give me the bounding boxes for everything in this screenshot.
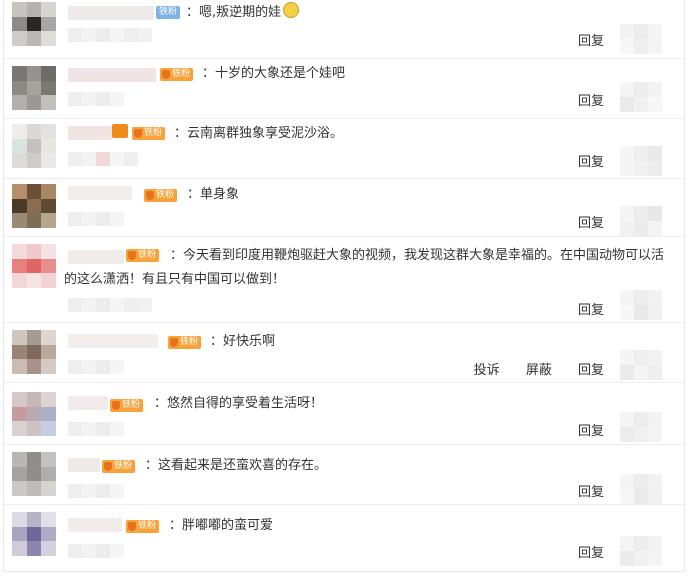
avatar[interactable] bbox=[12, 124, 56, 168]
fan-badge: 铁粉 bbox=[144, 189, 178, 202]
reply-button[interactable]: 回复 bbox=[578, 94, 604, 109]
meta-blur bbox=[68, 28, 152, 42]
avatar[interactable] bbox=[12, 512, 56, 556]
username-blur[interactable] bbox=[68, 6, 154, 20]
fan-badge: 铁粉 bbox=[110, 399, 144, 412]
reply-button[interactable]: 回复 bbox=[578, 485, 604, 500]
reply-button[interactable]: 回复 bbox=[578, 155, 604, 170]
reply-button[interactable]: 回复 bbox=[578, 424, 604, 439]
meta-blur bbox=[68, 544, 124, 558]
comment-item: 铁粉 ：云南离群独象享受泥沙浴。 回复 bbox=[4, 118, 684, 179]
right-blur bbox=[620, 412, 662, 442]
comment-text: ：今天看到印度用鞭炮驱赶大象的视频，我发现这群大象是幸福的。在中国动物可以活的这… bbox=[64, 248, 665, 287]
reply-button[interactable]: 回复 bbox=[578, 216, 604, 231]
comment-actions: 回复 bbox=[556, 481, 604, 500]
comment-item: 铁粉 ：这看起来是还蛮欢喜的存在。 回复 bbox=[4, 444, 684, 505]
comment-item: 铁粉 ：单身象 回复 bbox=[4, 178, 684, 237]
comment-text: ：这看起来是还蛮欢喜的存在。 bbox=[145, 458, 328, 473]
right-blur bbox=[620, 24, 662, 54]
meta-blur bbox=[68, 360, 124, 374]
right-blur bbox=[620, 82, 662, 112]
comment-actions: 回复 bbox=[556, 542, 604, 561]
comment-text: ：胖嘟嘟的蛮可爱 bbox=[169, 518, 274, 533]
comment-text: ：十岁的大象还是个娃吧 bbox=[202, 66, 346, 81]
avatar[interactable] bbox=[12, 244, 56, 288]
comment-item: 铁粉 ：胖嘟嘟的蛮可爱 回复 bbox=[4, 504, 684, 570]
fan-badge: 铁粉 bbox=[156, 6, 181, 19]
right-blur bbox=[620, 146, 662, 176]
fan-badge: 铁粉 bbox=[102, 460, 136, 473]
comment-text: ：单身象 bbox=[187, 187, 240, 202]
avatar[interactable] bbox=[12, 452, 56, 496]
block-button[interactable]: 屏蔽 bbox=[526, 363, 552, 378]
comment-text: ：悠然自得的享受着生活呀！ bbox=[154, 396, 324, 411]
reply-button[interactable]: 回复 bbox=[578, 363, 604, 378]
username-blur[interactable] bbox=[68, 518, 122, 532]
username-blur[interactable] bbox=[68, 458, 100, 472]
fan-badge: 铁粉 bbox=[168, 336, 202, 349]
vip-crown-icon bbox=[112, 124, 128, 138]
avatar[interactable] bbox=[12, 66, 56, 110]
username-blur[interactable] bbox=[68, 396, 108, 410]
comment-text: ：云南离群独象享受泥沙浴。 bbox=[174, 126, 344, 141]
right-blur bbox=[620, 536, 662, 566]
meta-blur bbox=[68, 212, 124, 226]
username-blur[interactable] bbox=[68, 334, 158, 348]
username-blur[interactable] bbox=[68, 126, 112, 140]
fan-badge: 铁粉 bbox=[160, 68, 194, 81]
comment-actions: 回复 bbox=[556, 90, 604, 109]
comment-actions: 回复 bbox=[556, 420, 604, 439]
meta-blur bbox=[68, 484, 124, 498]
comment-actions: 回复 bbox=[556, 151, 604, 170]
comment-text: ：好快乐啊 bbox=[210, 334, 276, 349]
comment-text: ：嗯,叛逆期的娃 bbox=[186, 1, 300, 25]
fan-badge: 铁粉 bbox=[126, 520, 160, 533]
username-blur[interactable] bbox=[68, 186, 132, 200]
right-blur bbox=[620, 474, 662, 504]
report-button[interactable]: 投诉 bbox=[474, 363, 500, 378]
comment-list: 铁粉 ：嗯,叛逆期的娃 回复 铁粉 ：十岁的大象还是个娃吧 回复 铁粉 ：云南离… bbox=[3, 0, 685, 572]
avatar[interactable] bbox=[12, 2, 56, 46]
right-blur bbox=[620, 206, 662, 236]
comment-actions: 投诉 屏蔽 回复 bbox=[452, 359, 604, 378]
comment-actions: 回复 bbox=[556, 30, 604, 49]
username-blur[interactable] bbox=[68, 68, 156, 82]
comment-item: 铁粉 ：好快乐啊 投诉 屏蔽 回复 bbox=[4, 322, 684, 383]
meta-blur bbox=[68, 422, 124, 436]
comment-actions: 回复 bbox=[556, 299, 604, 318]
comment-item: 铁粉 ：今天看到印度用鞭炮驱赶大象的视频，我发现这群大象是幸福的。在中国动物可以… bbox=[4, 236, 684, 323]
meta-blur bbox=[68, 92, 124, 106]
reply-button[interactable]: 回复 bbox=[578, 303, 604, 318]
smile-emoji-icon bbox=[283, 2, 300, 18]
reply-button[interactable]: 回复 bbox=[578, 34, 604, 49]
comment-item: 铁粉 ：悠然自得的享受着生活呀！ 回复 bbox=[4, 382, 684, 445]
meta-blur bbox=[68, 152, 138, 166]
comment-actions: 回复 bbox=[556, 212, 604, 231]
comment-item: 铁粉 ：十岁的大象还是个娃吧 回复 bbox=[4, 58, 684, 119]
meta-blur bbox=[68, 298, 152, 312]
right-blur bbox=[620, 350, 662, 380]
comment-item: 铁粉 ：嗯,叛逆期的娃 回复 bbox=[4, 0, 684, 59]
reply-button[interactable]: 回复 bbox=[578, 546, 604, 561]
right-blur bbox=[620, 290, 662, 320]
fan-badge: 铁粉 bbox=[132, 127, 166, 140]
avatar[interactable] bbox=[12, 184, 56, 228]
avatar[interactable] bbox=[12, 330, 56, 374]
avatar[interactable] bbox=[12, 392, 56, 436]
